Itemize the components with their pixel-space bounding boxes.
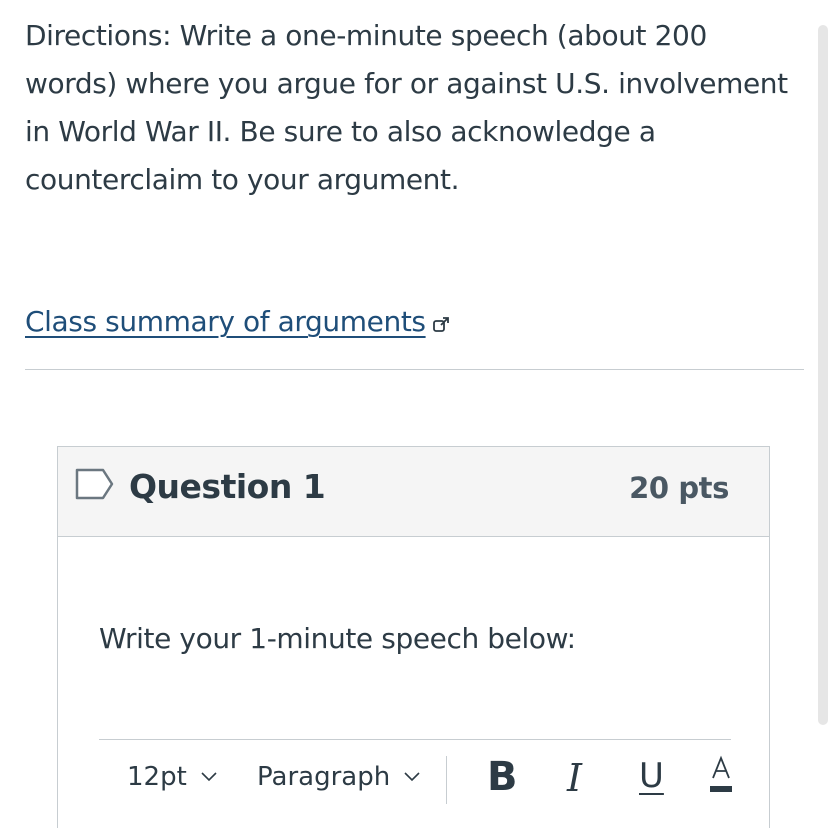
toolbar-separator — [446, 756, 447, 804]
font-size-dropdown[interactable]: 12pt — [127, 762, 217, 792]
rich-text-toolbar: 12pt Paragraph B I U — [99, 752, 733, 812]
block-format-dropdown[interactable]: Paragraph — [257, 762, 420, 792]
chevron-down-icon — [201, 772, 217, 782]
block-format-value: Paragraph — [257, 762, 391, 792]
question-header: Question 1 20 pts — [58, 447, 769, 537]
bookmark-flag-icon[interactable] — [75, 468, 115, 500]
editor-top-border — [99, 739, 731, 740]
question-card: Question 1 20 pts Write your 1-minute sp… — [57, 446, 770, 828]
directions-text: Directions: Write a one-minute speech (a… — [25, 19, 788, 196]
font-color-button[interactable] — [709, 752, 733, 804]
external-link-icon — [432, 317, 449, 332]
bold-button[interactable]: B — [487, 754, 518, 800]
question-points: 20 pts — [629, 471, 729, 505]
font-size-value: 12pt — [127, 762, 187, 792]
question-title: Question 1 — [129, 467, 326, 506]
section-divider — [25, 369, 804, 370]
underline-button[interactable]: U — [639, 756, 664, 796]
class-summary-link[interactable]: Class summary of arguments — [25, 300, 450, 344]
italic-button[interactable]: I — [567, 756, 582, 800]
page-scrollbar[interactable] — [818, 25, 828, 725]
class-summary-link-label: Class summary of arguments — [25, 305, 426, 338]
question-prompt: Write your 1-minute speech below: — [99, 622, 576, 655]
chevron-down-icon — [404, 772, 420, 782]
page: Directions: Write a one-minute speech (a… — [0, 0, 828, 828]
